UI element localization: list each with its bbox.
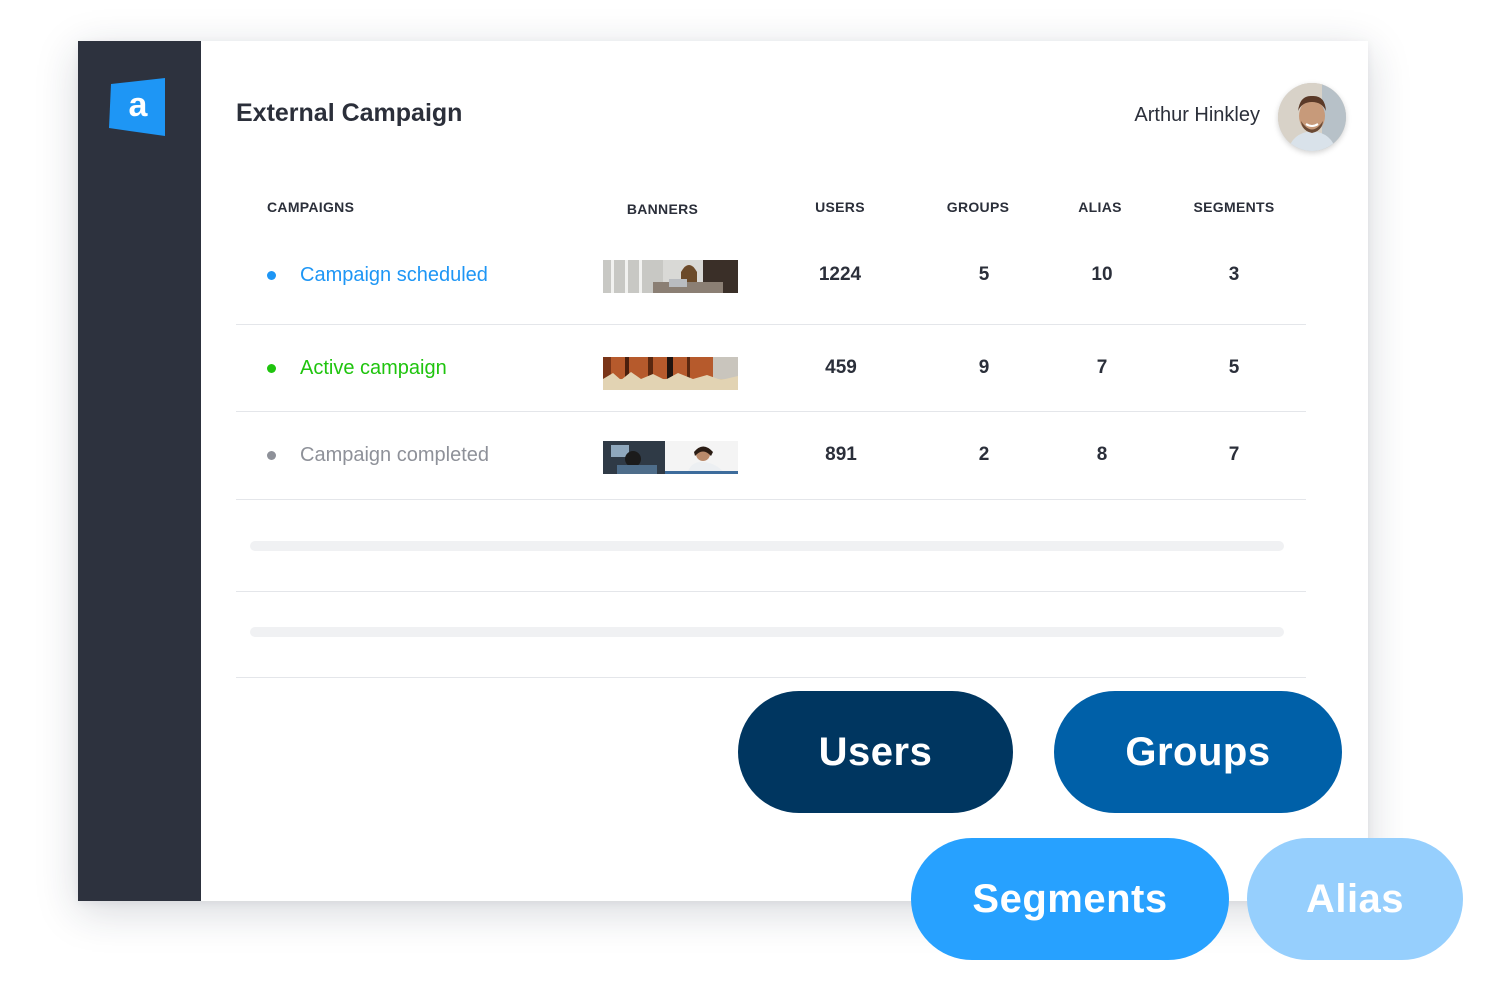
status-dot-active (267, 364, 276, 373)
column-header-users[interactable]: USERS (790, 199, 890, 215)
users-count: 891 (825, 444, 857, 465)
sidebar: a (78, 41, 201, 901)
segments-count: 7 (1228, 444, 1240, 465)
row-divider (236, 499, 1306, 500)
groups-pill-button[interactable]: Groups (1054, 691, 1342, 813)
placeholder-row (250, 541, 1284, 551)
campaign-link[interactable]: Active campaign (300, 357, 447, 380)
alias-count: 7 (1096, 357, 1108, 378)
banner-thumbnail[interactable] (603, 260, 738, 293)
page-title: External Campaign (236, 99, 463, 127)
alias-count: 8 (1096, 444, 1108, 465)
placeholder-row (250, 627, 1284, 637)
status-dot-completed (267, 451, 276, 460)
row-divider (236, 411, 1306, 412)
segments-count: 5 (1228, 357, 1240, 378)
row-divider (236, 324, 1306, 325)
users-count: 459 (825, 357, 857, 378)
banner-thumbnail[interactable] (603, 441, 738, 474)
campaign-link[interactable]: Campaign scheduled (300, 264, 488, 287)
column-header-segments[interactable]: SEGMENTS (1184, 199, 1284, 215)
groups-count: 2 (978, 444, 990, 465)
column-header-campaigns[interactable]: CAMPAIGNS (267, 199, 354, 215)
banner-thumbnail[interactable] (603, 357, 738, 390)
avatar[interactable] (1278, 83, 1346, 151)
alias-count: 10 (1091, 264, 1113, 285)
segments-pill-button[interactable]: Segments (911, 838, 1229, 960)
column-header-banners[interactable]: BANNERS (600, 201, 725, 217)
alias-pill-button[interactable]: Alias (1247, 838, 1463, 960)
row-divider (236, 677, 1306, 678)
app-logo[interactable]: a (109, 78, 167, 136)
logo-letter: a (129, 86, 149, 124)
row-divider (236, 591, 1306, 592)
status-dot-scheduled (267, 271, 276, 280)
groups-count: 9 (978, 357, 990, 378)
users-pill-button[interactable]: Users (738, 691, 1013, 813)
campaign-link[interactable]: Campaign completed (300, 444, 489, 467)
users-count: 1224 (818, 264, 862, 285)
groups-count: 5 (978, 264, 990, 285)
column-header-alias[interactable]: ALIAS (1050, 199, 1150, 215)
segments-count: 3 (1228, 264, 1240, 285)
user-name: Arthur Hinkley (1134, 104, 1260, 126)
column-header-groups[interactable]: GROUPS (928, 199, 1028, 215)
